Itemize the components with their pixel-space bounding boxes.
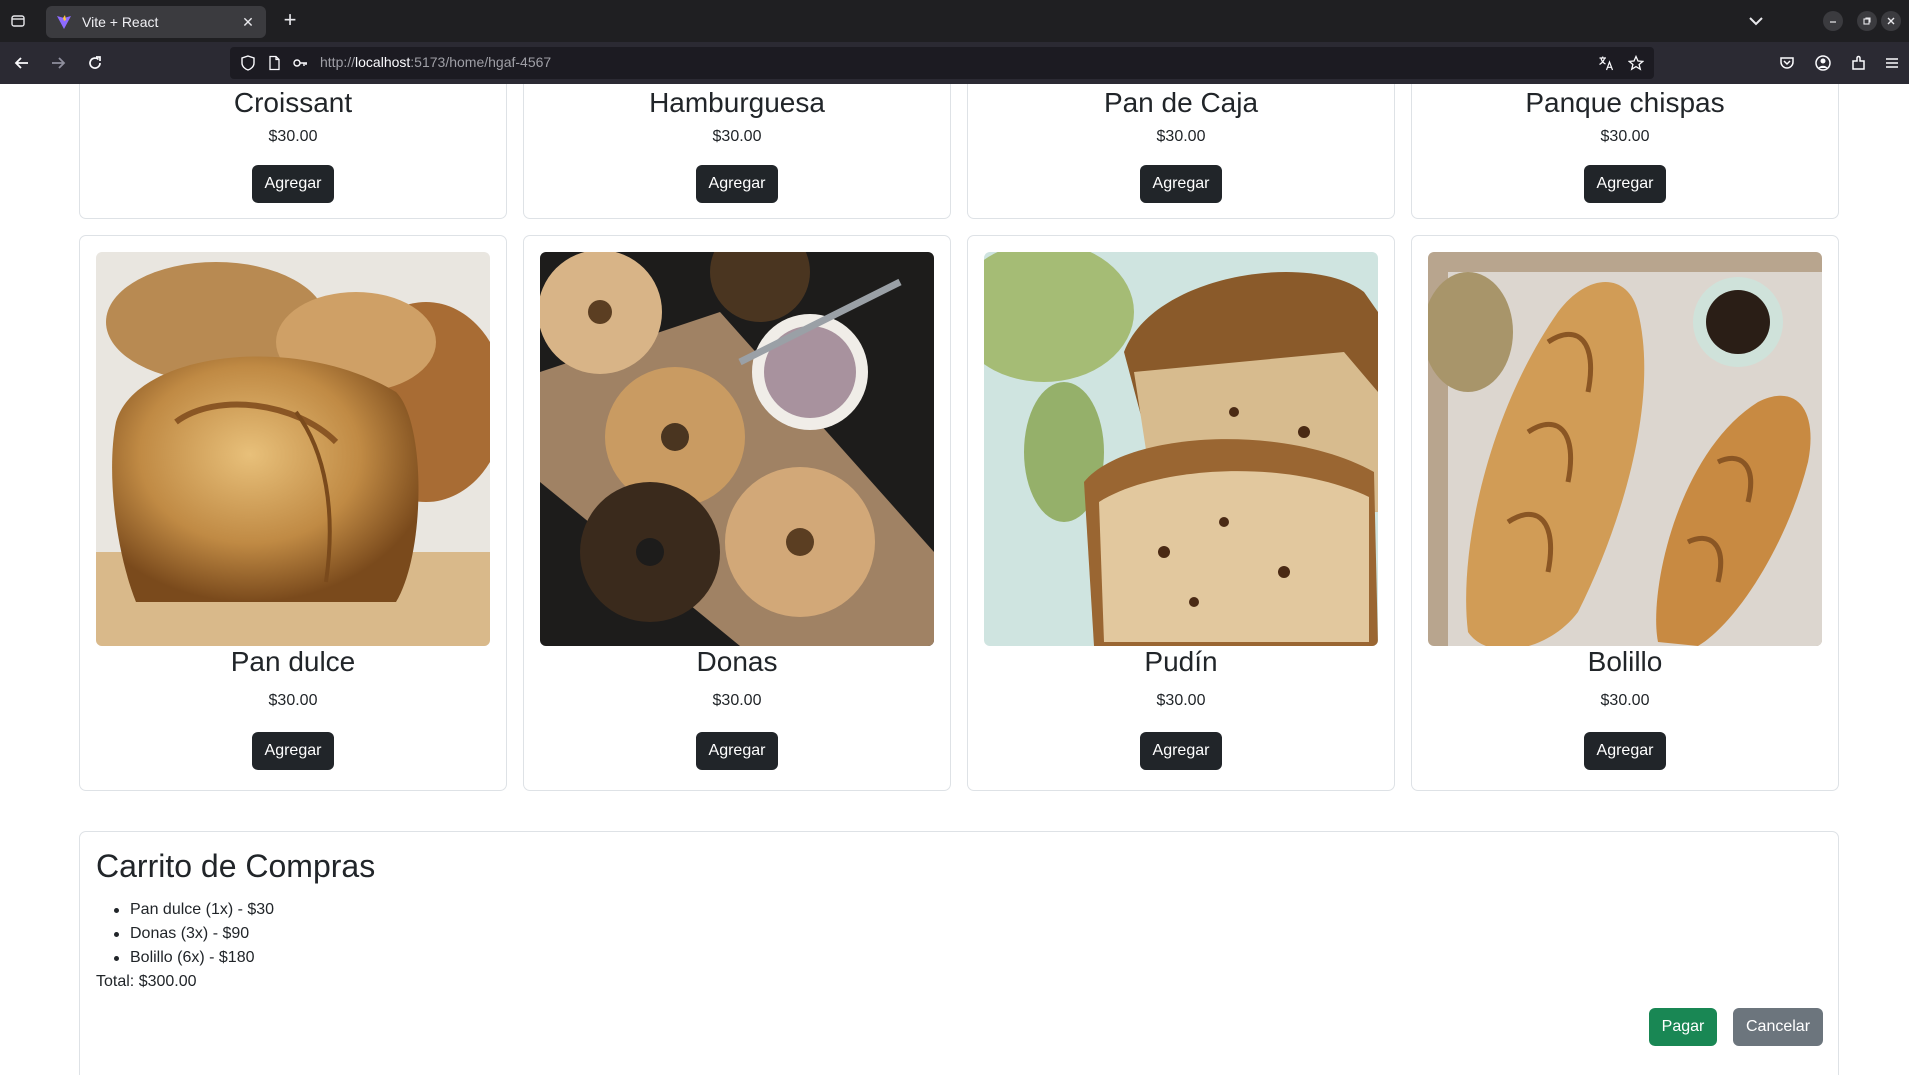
product-card-hamburguesa: Hamburguesa $30.00 Agregar bbox=[523, 84, 951, 219]
product-name: Hamburguesa bbox=[649, 87, 825, 118]
minimize-icon[interactable] bbox=[1823, 11, 1843, 31]
product-name: Pan dulce bbox=[230, 646, 356, 677]
product-price: $30.00 bbox=[268, 692, 318, 709]
add-to-cart-button[interactable]: Agregar bbox=[252, 165, 334, 203]
product-name: Pudín bbox=[1144, 646, 1218, 677]
cart-item: Bolillo (6x) - $180 bbox=[112, 946, 274, 970]
new-tab-icon[interactable]: + bbox=[278, 9, 302, 33]
tab-close-icon[interactable]: ✕ bbox=[240, 14, 256, 30]
cart-item: Pan dulce (1x) - $30 bbox=[112, 898, 274, 922]
bookmark-star-icon[interactable] bbox=[1628, 55, 1644, 71]
product-price: $30.00 bbox=[1600, 692, 1650, 709]
reload-icon[interactable] bbox=[83, 51, 107, 75]
product-card-pudin: Pudín $30.00 Agregar bbox=[967, 235, 1395, 791]
product-price: $30.00 bbox=[268, 128, 318, 145]
product-image-banana-bread bbox=[984, 252, 1378, 646]
product-name: Pan de Caja bbox=[1103, 87, 1259, 118]
product-price: $30.00 bbox=[1156, 692, 1206, 709]
product-card-pan-de-caja: Pan de Caja $30.00 Agregar bbox=[967, 84, 1395, 219]
url-scheme: http:// bbox=[320, 54, 356, 70]
add-to-cart-button[interactable]: Agregar bbox=[696, 732, 778, 770]
page-viewport: Croissant $30.00 Agregar Hamburguesa $30… bbox=[0, 84, 1909, 1075]
product-price: $30.00 bbox=[712, 692, 762, 709]
pocket-icon[interactable] bbox=[1775, 51, 1799, 75]
add-to-cart-button[interactable]: Agregar bbox=[252, 732, 334, 770]
add-to-cart-button[interactable]: Agregar bbox=[1140, 732, 1222, 770]
product-price: $30.00 bbox=[712, 128, 762, 145]
product-card-panque-chispas: Panque chispas $30.00 Agregar bbox=[1411, 84, 1839, 219]
pay-button[interactable]: Pagar bbox=[1649, 1008, 1717, 1046]
add-to-cart-button[interactable]: Agregar bbox=[1584, 732, 1666, 770]
close-window-icon[interactable] bbox=[1881, 11, 1901, 31]
tab-title: Vite + React bbox=[82, 14, 159, 30]
account-icon[interactable] bbox=[1811, 51, 1835, 75]
product-card-croissant: Croissant $30.00 Agregar bbox=[79, 84, 507, 219]
back-arrow-icon[interactable] bbox=[10, 51, 34, 75]
key-icon[interactable] bbox=[292, 55, 308, 71]
cart-total: Total: $300.00 bbox=[96, 973, 197, 990]
product-price: $30.00 bbox=[1600, 128, 1650, 145]
product-price: $30.00 bbox=[1156, 128, 1206, 145]
add-to-cart-button[interactable]: Agregar bbox=[1584, 165, 1666, 203]
shield-icon[interactable] bbox=[240, 55, 256, 71]
product-image-bread-loaf bbox=[96, 252, 490, 646]
product-name: Donas bbox=[696, 646, 778, 677]
product-image-bagels bbox=[540, 252, 934, 646]
list-all-tabs-icon[interactable] bbox=[0, 0, 36, 42]
add-to-cart-button[interactable]: Agregar bbox=[696, 165, 778, 203]
extensions-icon[interactable] bbox=[1847, 51, 1871, 75]
forward-arrow-icon[interactable] bbox=[46, 51, 70, 75]
cancel-button[interactable]: Cancelar bbox=[1733, 1008, 1823, 1046]
url-text[interactable]: http://localhost:5173/home/hgaf-4567 bbox=[320, 54, 551, 70]
url-bar[interactable]: http://localhost:5173/home/hgaf-4567 bbox=[230, 47, 1654, 79]
page-info-icon[interactable] bbox=[266, 55, 282, 71]
shopping-cart: Carrito de Compras Pan dulce (1x) - $30 … bbox=[79, 831, 1839, 1075]
url-path: :5173/home/hgaf-4567 bbox=[410, 54, 552, 70]
restore-icon[interactable] bbox=[1857, 11, 1877, 31]
cart-title: Carrito de Compras bbox=[96, 848, 376, 884]
tab-list-chevron-down-icon[interactable] bbox=[1744, 9, 1768, 33]
vite-logo-icon bbox=[57, 15, 71, 29]
product-card-bolillo: Bolillo $30.00 Agregar bbox=[1411, 235, 1839, 791]
product-image-baguettes bbox=[1428, 252, 1822, 646]
url-host: localhost bbox=[355, 54, 411, 70]
product-card-pan-dulce: Pan dulce $30.00 Agregar bbox=[79, 235, 507, 791]
product-card-donas: Donas $30.00 Agregar bbox=[523, 235, 951, 791]
browser-tab-bar: Vite + React ✕ + bbox=[0, 0, 1909, 42]
product-name: Panque chispas bbox=[1525, 87, 1725, 118]
product-name: Croissant bbox=[233, 87, 353, 118]
product-name: Bolillo bbox=[1587, 646, 1663, 677]
translate-icon[interactable] bbox=[1598, 55, 1614, 71]
cart-item: Donas (3x) - $90 bbox=[112, 922, 274, 946]
add-to-cart-button[interactable]: Agregar bbox=[1140, 165, 1222, 203]
cart-item-list: Pan dulce (1x) - $30 Donas (3x) - $90 Bo… bbox=[112, 898, 274, 970]
browser-tab[interactable]: Vite + React ✕ bbox=[46, 6, 266, 38]
menu-hamburger-icon[interactable] bbox=[1880, 51, 1904, 75]
